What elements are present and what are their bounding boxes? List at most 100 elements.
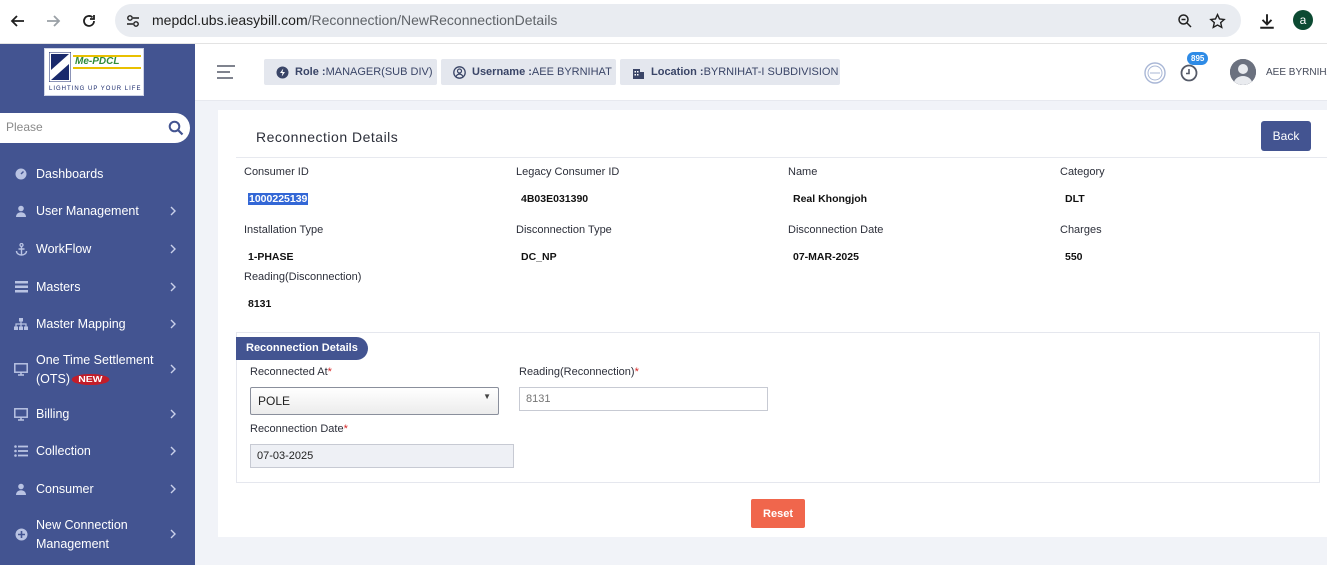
reset-button[interactable]: Reset <box>751 499 805 528</box>
hamburger-menu-icon[interactable] <box>217 65 235 79</box>
sidebar-item-label-line2: (OTS) NEW <box>36 372 110 386</box>
username-chip: Username : AEE BYRNIHAT <box>441 59 616 85</box>
installation-type-value: 1-PHASE <box>248 251 294 263</box>
sidebar-item-workflow[interactable]: WorkFlow <box>0 231 195 267</box>
reading-disconnection-value: 8131 <box>248 298 272 310</box>
sidebar-item-label: Billing <box>36 407 70 421</box>
category-value: DLT <box>1065 193 1085 205</box>
back-arrow-icon[interactable] <box>5 8 31 34</box>
plus-circle-icon <box>13 526 29 542</box>
user-avatar-icon <box>1230 59 1256 85</box>
disconnection-type-value: DC_NP <box>521 251 557 263</box>
legacy-consumer-id-label: Legacy Consumer ID <box>516 166 620 178</box>
gauge-icon <box>13 166 29 182</box>
chevron-right-icon <box>170 364 176 374</box>
sidebar: Me-PDCL LIGHTING UP YOUR LIFE Please Das… <box>0 44 195 565</box>
address-bar[interactable]: mepdcl.ubs.ieasybill.com/Reconnection/Ne… <box>115 4 1241 37</box>
reconnected-at-label-text: Reconnected At <box>250 366 328 378</box>
sidebar-item-dashboards[interactable]: Dashboards <box>0 156 195 192</box>
disconnection-date-label: Disconnection Date <box>788 224 884 236</box>
location-chip: Location : BYRNIHAT-I SUBDIVISION <box>620 59 840 85</box>
chevron-right-icon <box>170 244 176 254</box>
chevron-right-icon <box>170 282 176 292</box>
monitor-icon <box>13 406 29 422</box>
reconnected-at-select[interactable]: POLE ▼ <box>250 387 499 415</box>
sidebar-item-consumer[interactable]: Consumer <box>0 471 195 507</box>
sidebar-item-label: WorkFlow <box>36 242 92 256</box>
disconnection-type-label: Disconnection Type <box>516 224 612 236</box>
reading-reconnection-input[interactable] <box>519 387 768 411</box>
header-user-name: AEE BYRNIHAT <box>1266 67 1327 78</box>
role-key: Role : <box>295 66 326 78</box>
sidebar-item-user-management[interactable]: User Management <box>0 193 195 229</box>
chevron-right-icon <box>170 484 176 494</box>
sidebar-item-new-connection-management[interactable]: New Connection Management <box>0 511 195 557</box>
user-icon <box>13 481 29 497</box>
site-settings-icon[interactable] <box>123 11 143 31</box>
sidebar-item-label: Master Mapping <box>36 317 126 331</box>
charges-label: Charges <box>1060 224 1102 236</box>
reconnected-at-selected-value: POLE <box>258 394 291 408</box>
chevron-right-icon <box>170 409 176 419</box>
building-icon <box>632 65 645 79</box>
list-ul-icon <box>13 443 29 459</box>
logo-brand-text: Me-PDCL <box>75 56 120 67</box>
sidebar-search[interactable]: Please <box>0 113 190 143</box>
bolt-icon <box>276 65 289 79</box>
sidebar-search-input[interactable]: Please <box>6 120 43 134</box>
select-caret-icon: ▼ <box>483 392 491 401</box>
sidebar-item-masters[interactable]: Masters <box>0 269 195 305</box>
reading-reconnection-label-text: Reading(Reconnection) <box>519 366 635 378</box>
list-icon <box>13 279 29 295</box>
required-mark: * <box>634 366 639 378</box>
username-key: Username : <box>472 66 532 78</box>
username-value: AEE BYRNIHAT <box>531 66 612 78</box>
logo-tagline: LIGHTING UP YOUR LIFE <box>49 86 142 92</box>
sidebar-item-ots[interactable]: One Time Settlement (OTS) NEW <box>0 346 195 392</box>
sidebar-item-label: Dashboards <box>36 167 104 181</box>
anchor-icon <box>13 241 29 257</box>
sitemap-icon <box>13 316 29 332</box>
chevron-right-icon <box>170 529 176 539</box>
new-badge: NEW <box>71 374 110 386</box>
reconnection-date-label-text: Reconnection Date <box>250 423 344 435</box>
download-icon[interactable] <box>1254 8 1280 34</box>
category-label: Category <box>1060 166 1105 178</box>
reconnection-section-tab: Reconnection Details <box>236 337 368 360</box>
role-chip: Role : MANAGER(SUB DIV) <box>264 59 437 85</box>
page-title: Reconnection Details <box>256 129 399 145</box>
consumer-id-label: Consumer ID <box>244 166 309 178</box>
required-mark: * <box>327 366 332 378</box>
sidebar-item-label-ots: (OTS) <box>36 372 71 386</box>
forward-arrow-icon[interactable] <box>40 8 66 34</box>
avatar[interactable] <box>1230 59 1256 85</box>
logo-mark-icon <box>49 52 71 82</box>
sidebar-item-master-mapping[interactable]: Master Mapping <box>0 306 195 342</box>
sidebar-item-billing[interactable]: Billing <box>0 396 195 432</box>
reading-reconnection-label: Reading(Reconnection)* <box>519 366 639 378</box>
reconnection-details-panel: Reconnection Details Back Consumer ID 10… <box>218 110 1327 537</box>
reload-icon[interactable] <box>76 8 102 34</box>
chevron-right-icon <box>170 206 176 216</box>
reconnection-date-input[interactable] <box>250 444 514 468</box>
profile-avatar[interactable]: a <box>1293 10 1313 30</box>
support-888-icon[interactable] <box>1143 61 1167 85</box>
name-label: Name <box>788 166 818 178</box>
url-text: mepdcl.ubs.ieasybill.com/Reconnection/Ne… <box>152 12 557 28</box>
location-value: BYRNIHAT-I SUBDIVISION <box>703 66 839 78</box>
user-icon <box>13 203 29 219</box>
search-icon[interactable] <box>168 120 184 136</box>
required-mark: * <box>343 423 348 435</box>
notification-count-badge: 895 <box>1187 52 1209 65</box>
browser-toolbar: mepdcl.ubs.ieasybill.com/Reconnection/Ne… <box>0 0 1327 44</box>
sidebar-item-label: User Management <box>36 204 139 218</box>
sidebar-item-label: Consumer <box>36 482 94 496</box>
charges-value: 550 <box>1065 251 1083 263</box>
back-button[interactable]: Back <box>1261 121 1311 151</box>
sidebar-item-label-line2: Management <box>36 537 109 551</box>
role-value: MANAGER(SUB DIV) <box>325 66 433 78</box>
bookmark-star-icon[interactable] <box>1207 11 1227 31</box>
sidebar-item-collection[interactable]: Collection <box>0 433 195 469</box>
zoom-icon[interactable] <box>1175 11 1195 31</box>
name-value: Real Khongjoh <box>793 193 868 205</box>
